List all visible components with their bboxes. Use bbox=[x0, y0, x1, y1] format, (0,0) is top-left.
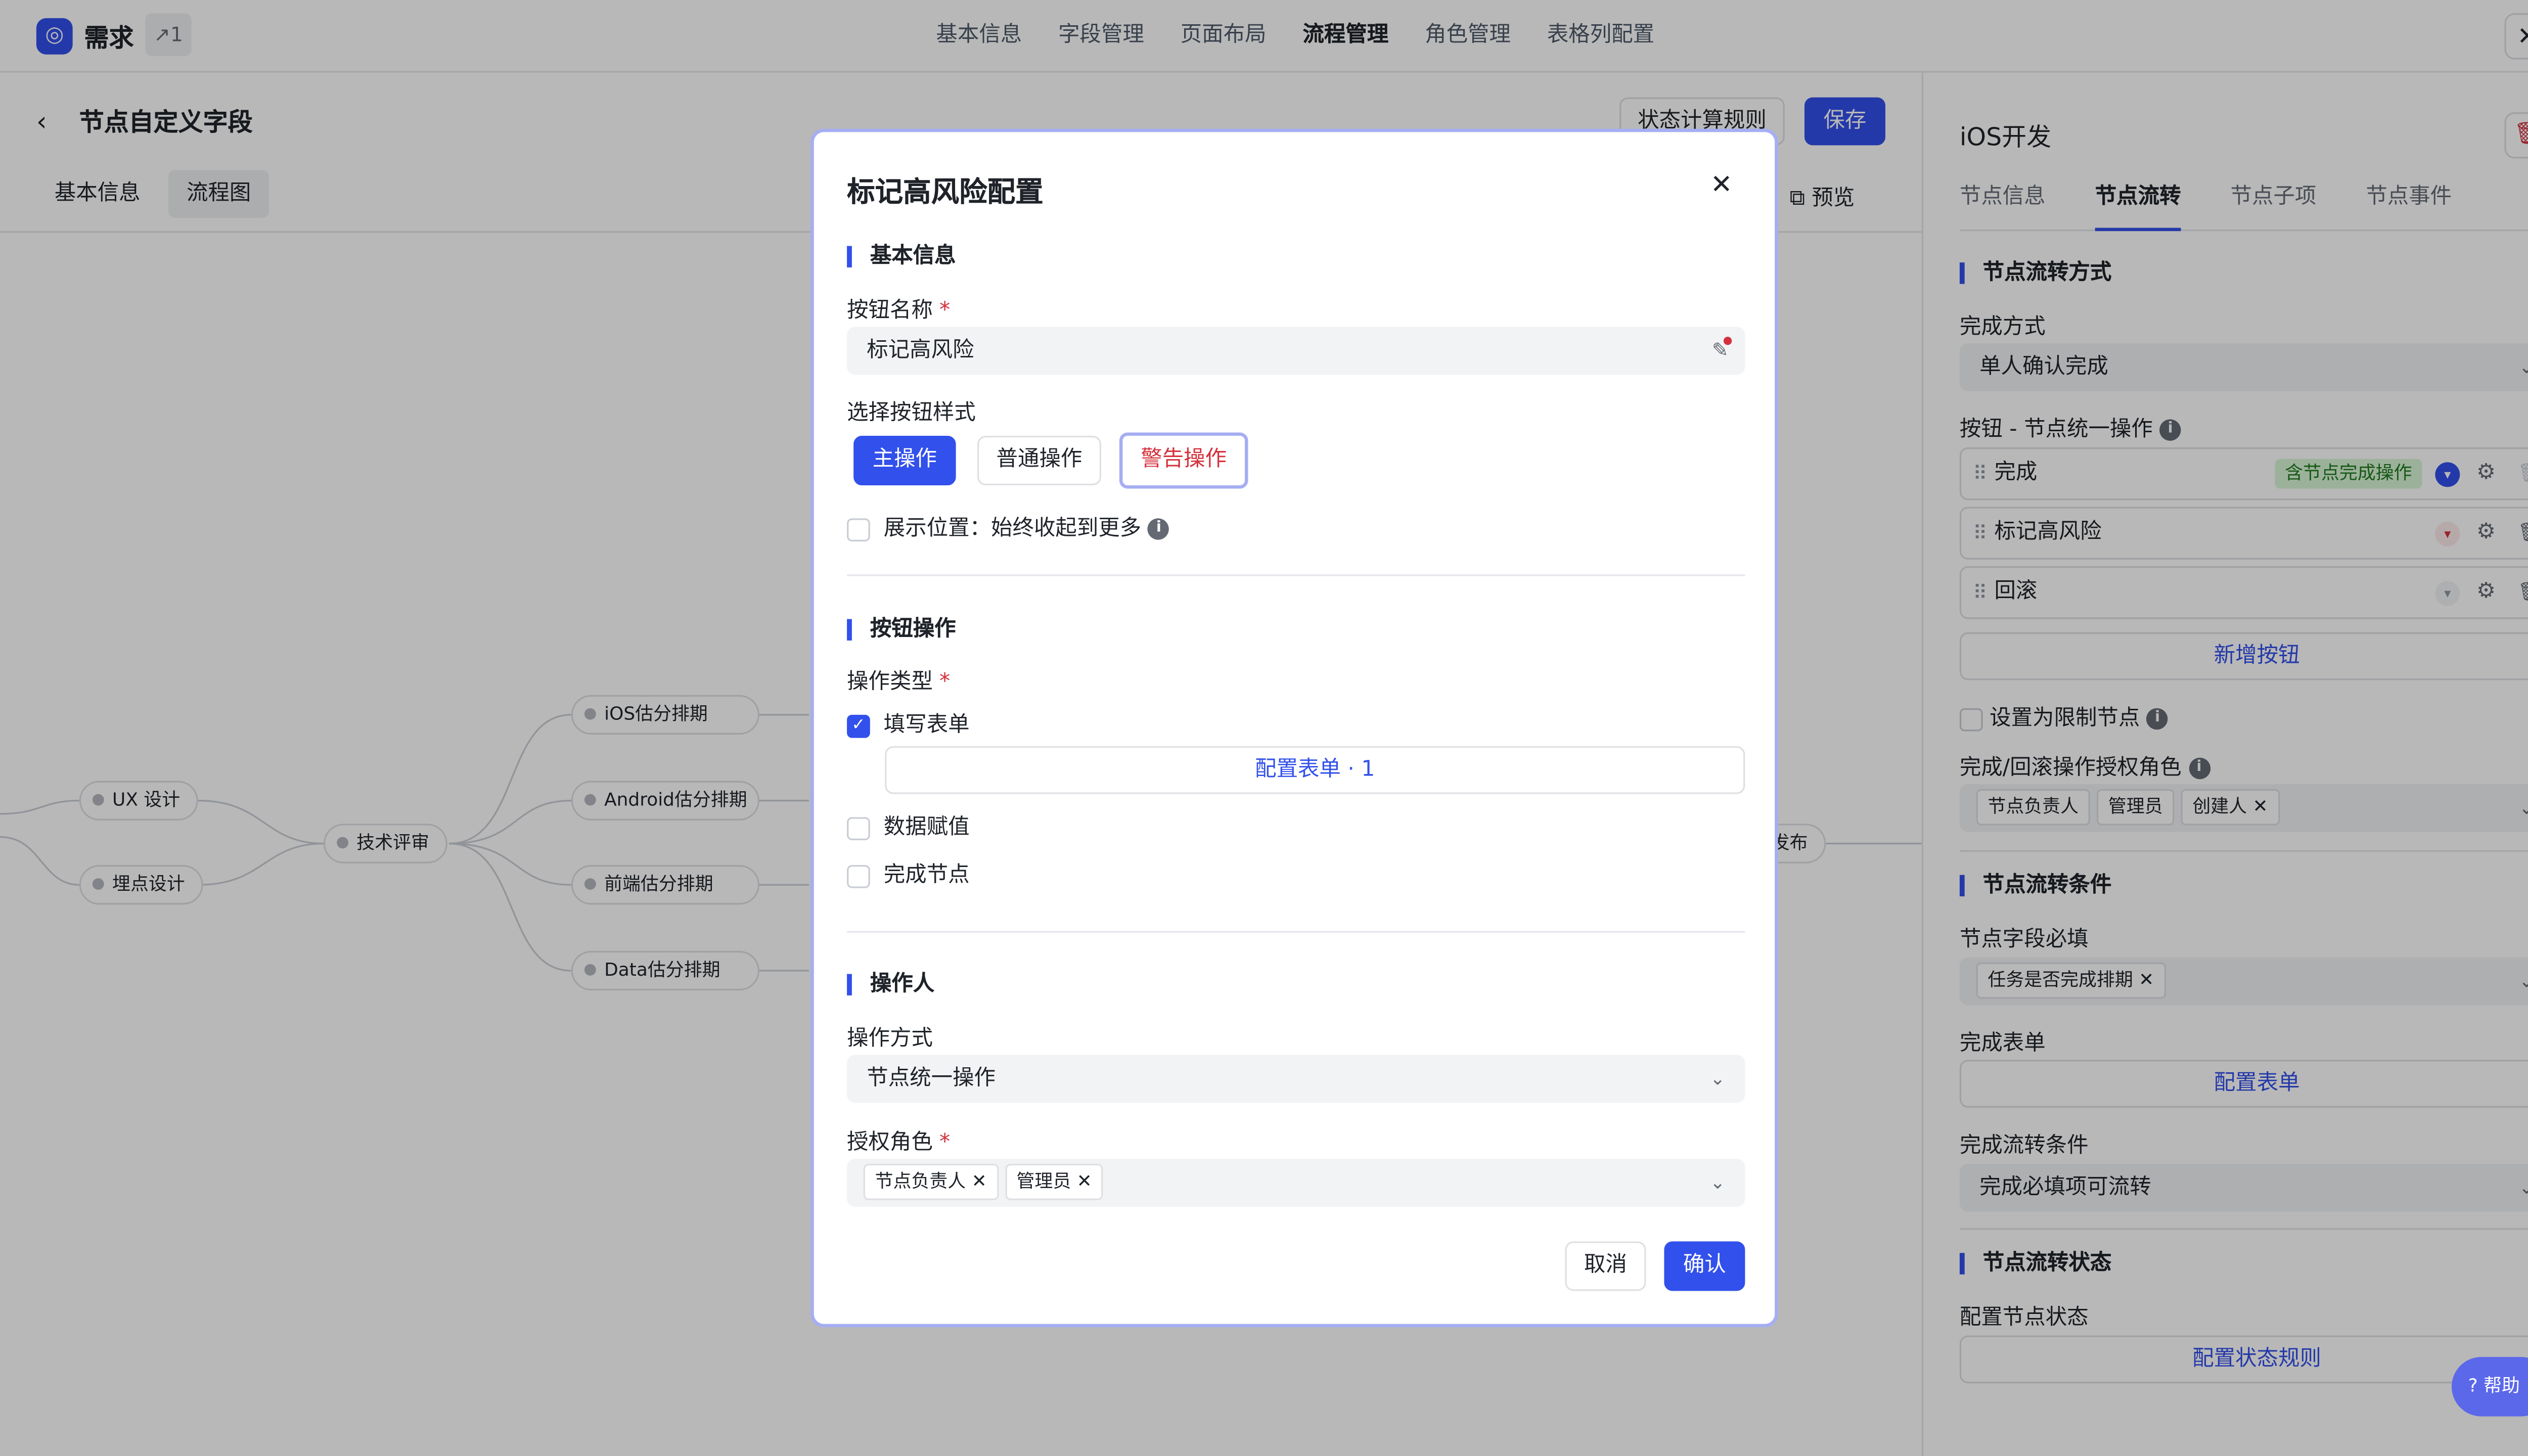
section-operator: 操作人 bbox=[847, 974, 934, 995]
display-position-checkbox[interactable]: 展示位置：始终收起到更多 i bbox=[847, 510, 1170, 542]
configure-form-button[interactable]: 配置表单 · 1 bbox=[885, 746, 1745, 794]
checkbox-checked[interactable]: ✓ bbox=[847, 714, 870, 737]
complete-node-checkbox[interactable]: 完成节点 bbox=[847, 857, 970, 888]
edit-icon[interactable]: ✎ bbox=[1712, 327, 1729, 375]
section-basic-info: 基本信息 bbox=[847, 246, 956, 267]
dialog-title: 标记高风险配置 bbox=[847, 176, 1044, 210]
complete-node-label: 完成节点 bbox=[883, 863, 970, 888]
question-icon: ? bbox=[2468, 1375, 2478, 1397]
style-warning-option[interactable]: 警告操作 bbox=[1119, 432, 1248, 489]
chevron-down-icon: ⌄ bbox=[1710, 1068, 1726, 1090]
data-assign-label: 数据赋值 bbox=[883, 815, 970, 841]
op-mode-label: 操作方式 bbox=[847, 1027, 933, 1052]
style-primary-option[interactable]: 主操作 bbox=[853, 436, 956, 485]
checkbox[interactable] bbox=[847, 864, 870, 888]
auth-roles-select[interactable]: 节点负责人 ✕ 管理员 ✕ ⌄ bbox=[847, 1159, 1745, 1207]
role-tag: 管理员 ✕ bbox=[1005, 1164, 1104, 1200]
chevron-down-icon: ⌄ bbox=[1710, 1172, 1726, 1194]
high-risk-config-dialog: 标记高风险配置 ✕ 基本信息 按钮名称 * 标记高风险 ✎ 选择按钮样式 主操作 普… bbox=[810, 128, 1778, 1328]
divider bbox=[847, 931, 1745, 933]
fill-form-label: 填写表单 bbox=[883, 713, 970, 738]
checkbox[interactable] bbox=[847, 517, 870, 541]
op-type-label: 操作类型 * bbox=[847, 670, 951, 695]
display-position-label: 展示位置：始终收起到更多 bbox=[883, 517, 1142, 542]
button-style-label: 选择按钮样式 bbox=[847, 401, 976, 426]
op-mode-value: 节点统一操作 bbox=[867, 1066, 996, 1091]
op-mode-select[interactable]: 节点统一操作 ⌄ bbox=[847, 1055, 1745, 1103]
confirm-button[interactable]: 确认 bbox=[1664, 1241, 1745, 1291]
divider bbox=[847, 574, 1745, 576]
role-tag: 节点负责人 ✕ bbox=[863, 1164, 999, 1200]
style-normal-option[interactable]: 普通操作 bbox=[977, 436, 1101, 485]
info-icon: i bbox=[1148, 518, 1170, 540]
button-name-label: 按钮名称 * bbox=[847, 299, 951, 324]
button-name-value: 标记高风险 bbox=[867, 338, 974, 363]
button-name-input[interactable]: 标记高风险 ✎ bbox=[847, 327, 1745, 375]
help-label: 帮助 bbox=[2484, 1375, 2520, 1397]
auth-roles-label: 授权角色 * bbox=[847, 1130, 951, 1156]
data-assign-checkbox[interactable]: 数据赋值 bbox=[847, 809, 970, 840]
notification-dot bbox=[1723, 337, 1732, 345]
checkbox[interactable] bbox=[847, 816, 870, 840]
help-button[interactable]: ? 帮助 bbox=[2451, 1357, 2528, 1417]
section-button-actions: 按钮操作 bbox=[847, 619, 956, 641]
fill-form-checkbox[interactable]: ✓ 填写表单 bbox=[847, 707, 970, 738]
close-icon[interactable]: ✕ bbox=[1710, 168, 1733, 200]
cancel-button[interactable]: 取消 bbox=[1565, 1241, 1646, 1291]
